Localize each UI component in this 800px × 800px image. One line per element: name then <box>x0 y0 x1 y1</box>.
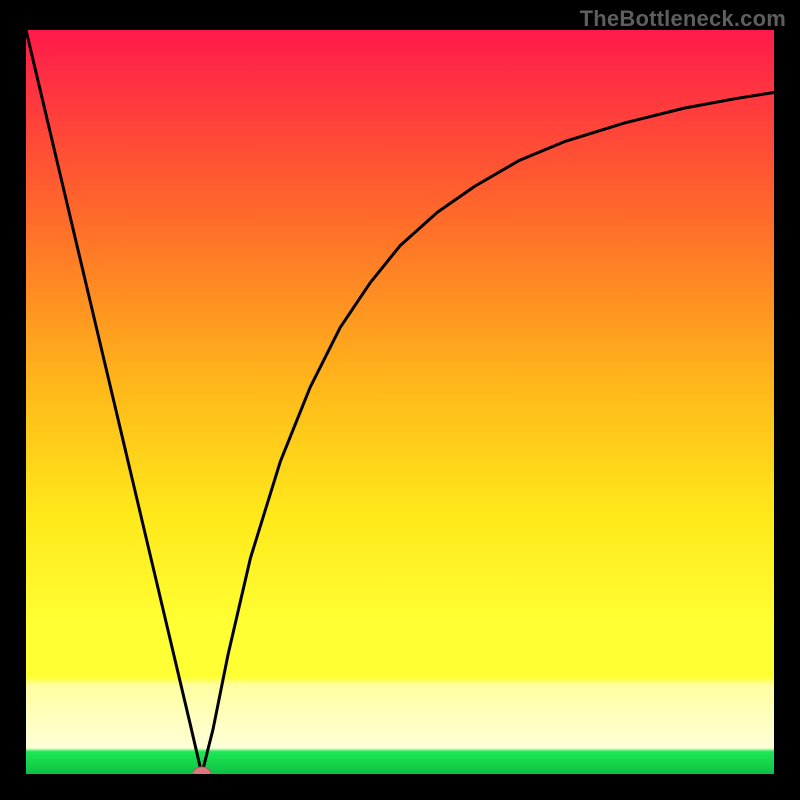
chart-svg <box>26 30 774 774</box>
gradient-background <box>26 30 774 774</box>
chart-container: TheBottleneck.com <box>0 0 800 800</box>
plot-area <box>26 30 774 774</box>
watermark-text: TheBottleneck.com <box>580 6 786 32</box>
